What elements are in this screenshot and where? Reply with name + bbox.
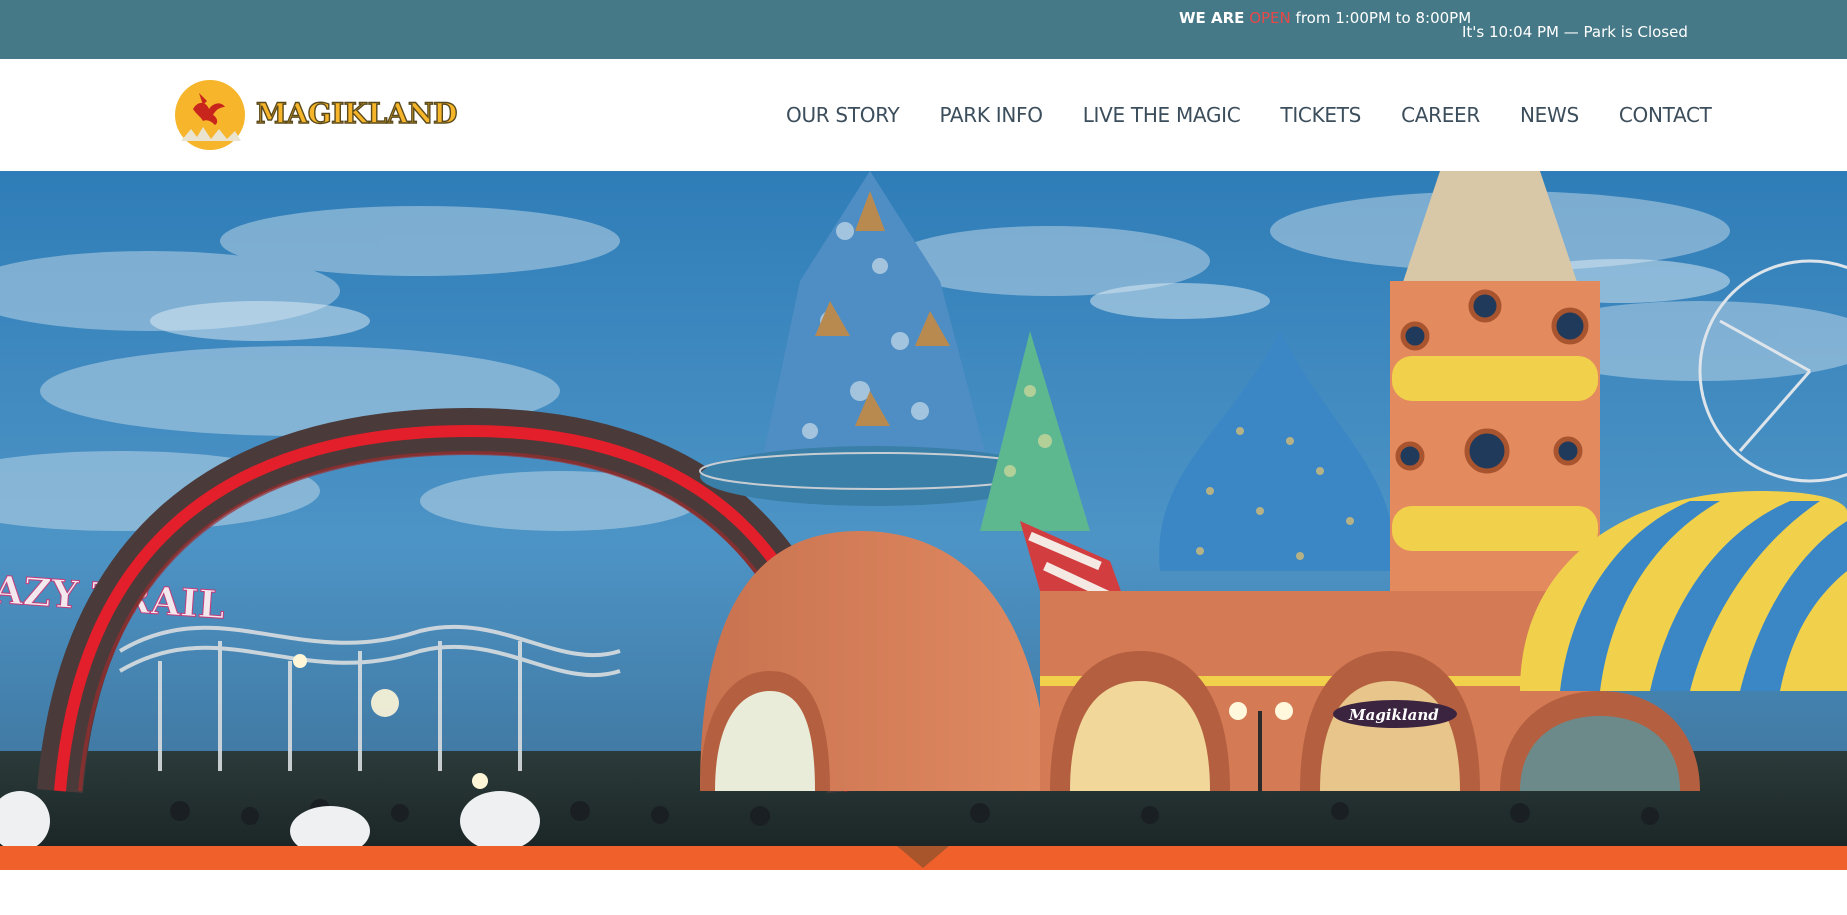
top-info-bar: WE ARE OPEN from 1:00PM to 8:00PM It's 1… [0, 0, 1847, 59]
opening-hours: WE ARE OPEN from 1:00PM to 8:00PM [1179, 9, 1471, 27]
hero-banner: AZY TRAIL Magikland [0, 171, 1847, 846]
park-status: It's 10:04 PM — Park is Closed [1462, 23, 1688, 41]
we-are-label: WE ARE [1179, 9, 1245, 27]
nav-career[interactable]: CAREER [1401, 103, 1480, 127]
nav-live-the-magic[interactable]: LIVE THE MAGIC [1083, 103, 1241, 127]
nav-tickets[interactable]: TICKETS [1280, 103, 1361, 127]
main-navigation: OUR STORY PARK INFO LIVE THE MAGIC TICKE… [786, 103, 1712, 127]
shop-sign-text: Magikland [1348, 706, 1439, 724]
strip-notch-decoration [897, 846, 949, 868]
nav-park-info[interactable]: PARK INFO [939, 103, 1043, 127]
nav-news[interactable]: NEWS [1520, 103, 1579, 127]
hero-castle-image: AZY TRAIL Magikland [0, 171, 1847, 846]
dragon-moon-logo-icon [175, 80, 245, 150]
nav-our-story[interactable]: OUR STORY [786, 103, 900, 127]
hours-text: from 1:00PM to 8:00PM [1290, 9, 1472, 27]
logo-wordmark: MAGIKLAND [255, 96, 458, 130]
hero-bottom-strip [0, 846, 1847, 870]
nav-contact[interactable]: CONTACT [1619, 103, 1712, 127]
site-header: MAGIKLAND OUR STORY PARK INFO LIVE THE M… [0, 59, 1847, 171]
open-label: OPEN [1249, 9, 1291, 27]
site-logo[interactable]: MAGIKLAND [173, 79, 458, 151]
